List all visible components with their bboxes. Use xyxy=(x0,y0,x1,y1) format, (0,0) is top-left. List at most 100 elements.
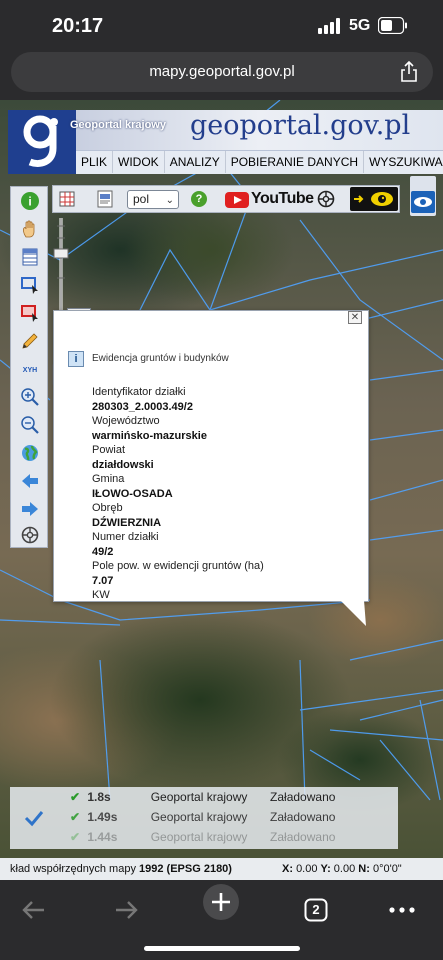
accessibility-eye-icon[interactable] xyxy=(350,187,398,211)
more-icon[interactable] xyxy=(382,890,422,930)
svg-text:i: i xyxy=(28,195,31,209)
table-tool-icon[interactable] xyxy=(20,247,40,267)
tabs-button[interactable]: 2 xyxy=(296,890,336,930)
language-select[interactable]: pol ⌄ xyxy=(127,190,179,209)
field-value: warmińsko-mazurskie xyxy=(92,429,207,442)
field-label: KW xyxy=(92,589,110,601)
youtube-label: YouTube xyxy=(251,190,314,207)
field-label: Identyfikator działki xyxy=(92,386,186,398)
n-value: 0°0'0" xyxy=(372,863,402,875)
load-status: Załadowano xyxy=(270,790,336,804)
zoom-out-icon[interactable] xyxy=(20,415,40,435)
back-arrow-icon[interactable] xyxy=(20,471,40,491)
status-bar: 20:17 5G xyxy=(0,0,443,50)
home-indicator xyxy=(144,946,300,951)
coordinate-system: kład współrzędnych mapy 1992 (EPSG 2180) xyxy=(10,858,232,880)
help-icon[interactable]: ? xyxy=(191,191,207,207)
info-icon: i xyxy=(68,351,84,367)
geoportal-header: Geoportal krajowy geoportal.gov.pl PLIK W… xyxy=(8,110,443,174)
url-text: mapy.geoportal.gov.pl xyxy=(149,63,295,80)
select-blue-icon[interactable] xyxy=(20,275,40,295)
header-subtitle: Geoportal krajowy xyxy=(70,119,166,131)
left-toolbar: i XYH xyxy=(10,186,48,548)
popup-title: Ewidencja gruntów i budynków xyxy=(92,353,229,364)
y-value: 0.00 xyxy=(333,863,356,875)
load-row: ✔ 1.8s Geoportal krajowy Załadowano xyxy=(70,790,335,810)
load-source: Geoportal krajowy xyxy=(150,830,248,844)
chevron-down-icon: ⌄ xyxy=(165,195,174,206)
load-row: ✔ 1.44s Geoportal krajowy Załadowano xyxy=(70,830,335,850)
field-label: Obręb xyxy=(92,502,123,514)
field-value: działdowski xyxy=(92,458,154,471)
coord-system-prefix: kład współrzędnych mapy xyxy=(10,863,140,875)
geoportal-logo[interactable] xyxy=(8,110,76,174)
new-tab-icon[interactable] xyxy=(201,882,241,922)
svg-text:XYH: XYH xyxy=(23,367,37,374)
field-label: Powiat xyxy=(92,444,126,456)
grid-icon[interactable] xyxy=(59,191,75,207)
address-bar[interactable]: mapy.geoportal.gov.pl xyxy=(11,52,433,92)
battery-icon xyxy=(378,17,407,34)
check-icon: ✔ xyxy=(70,810,81,824)
load-row: ✔ 1.49s Geoportal krajowy Załadowano xyxy=(70,810,335,830)
logo-g-icon xyxy=(23,115,58,167)
settings-icon[interactable] xyxy=(317,190,335,208)
field-value: 280303_2.0003.49/2 xyxy=(92,400,193,413)
close-icon[interactable]: ✕ xyxy=(348,311,362,324)
popup-pointer xyxy=(340,600,366,626)
select-red-icon[interactable] xyxy=(20,303,40,323)
back-icon[interactable] xyxy=(14,890,54,930)
target-icon[interactable] xyxy=(20,525,40,545)
forward-arrow-icon[interactable] xyxy=(20,499,40,519)
load-status: Załadowano xyxy=(270,810,336,824)
coordinate-values: X: 0.00 Y: 0.00 N: 0°0'0" xyxy=(282,858,402,880)
menu-wyszukiwanie[interactable]: WYSZUKIWANIE xyxy=(364,151,443,173)
language-value: pol xyxy=(133,192,150,206)
status-time: 20:17 xyxy=(52,15,104,37)
load-time: 1.8s xyxy=(87,790,111,804)
menu-plik[interactable]: PLIK xyxy=(76,151,114,173)
field-label: Województwo xyxy=(92,415,160,427)
loading-status-panel: ✔ 1.8s Geoportal krajowy Załadowano ✔ 1.… xyxy=(10,787,398,849)
eye-icon[interactable] xyxy=(411,191,435,213)
menu-widok[interactable]: WIDOK xyxy=(113,151,165,173)
zoom-slider-handle xyxy=(53,248,69,259)
zoom-in-icon[interactable] xyxy=(20,387,40,407)
popup-fields: Identyfikator działki 280303_2.0003.49/2… xyxy=(92,385,362,603)
globe-icon[interactable] xyxy=(20,443,40,463)
checkmark-icon[interactable] xyxy=(24,809,44,827)
y-label: Y: xyxy=(320,863,331,875)
help-document-icon[interactable] xyxy=(95,190,115,208)
xyh-coordinates-icon[interactable]: XYH xyxy=(20,359,40,379)
field-value: DŹWIERZNIA xyxy=(92,516,162,529)
tab-count: 2 xyxy=(312,902,320,917)
menu-pobieranie-danych[interactable]: POBIERANIE DANYCH xyxy=(226,151,365,173)
x-label: X: xyxy=(282,863,293,875)
coord-system-name: 1992 (EPSG 2180) xyxy=(139,863,232,875)
load-time: 1.49s xyxy=(87,810,118,824)
field-value: 7.07 xyxy=(92,574,114,587)
field-label: Gmina xyxy=(92,473,125,485)
field-value: IŁOWO-OSADA xyxy=(92,487,173,500)
network-label: 5G xyxy=(349,17,371,34)
load-time: 1.44s xyxy=(87,830,118,844)
load-source: Geoportal krajowy xyxy=(150,810,248,824)
load-source: Geoportal krajowy xyxy=(150,790,248,804)
coordinate-bar: kład współrzędnych mapy 1992 (EPSG 2180)… xyxy=(0,858,443,880)
info-tool-icon[interactable]: i xyxy=(20,191,40,211)
header-brand: geoportal.gov.pl xyxy=(190,110,411,141)
check-icon: ✔ xyxy=(70,790,81,804)
pencil-icon[interactable] xyxy=(20,331,40,351)
field-label: Pole pow. w ewidencji gruntów (ha) xyxy=(92,560,264,572)
phone-screen: 20:17 5G mapy.geoportal.gov.pl Geoportal… xyxy=(0,0,443,960)
menu-analizy[interactable]: ANALIZY xyxy=(165,151,226,173)
share-icon[interactable] xyxy=(399,61,419,83)
field-value: 49/2 xyxy=(92,545,114,558)
n-label: N: xyxy=(358,863,370,875)
main-menu: PLIK WIDOK ANALIZY POBIERANIE DANYCH WYSZUKI… xyxy=(76,150,443,174)
x-value: 0.00 xyxy=(296,863,318,875)
pan-hand-icon[interactable] xyxy=(20,219,40,239)
parcel-info-popup: ✕ i Ewidencja gruntów i budynków Identyf… xyxy=(53,310,369,602)
forward-icon[interactable] xyxy=(106,890,146,930)
field-label: Numer działki xyxy=(92,531,159,543)
